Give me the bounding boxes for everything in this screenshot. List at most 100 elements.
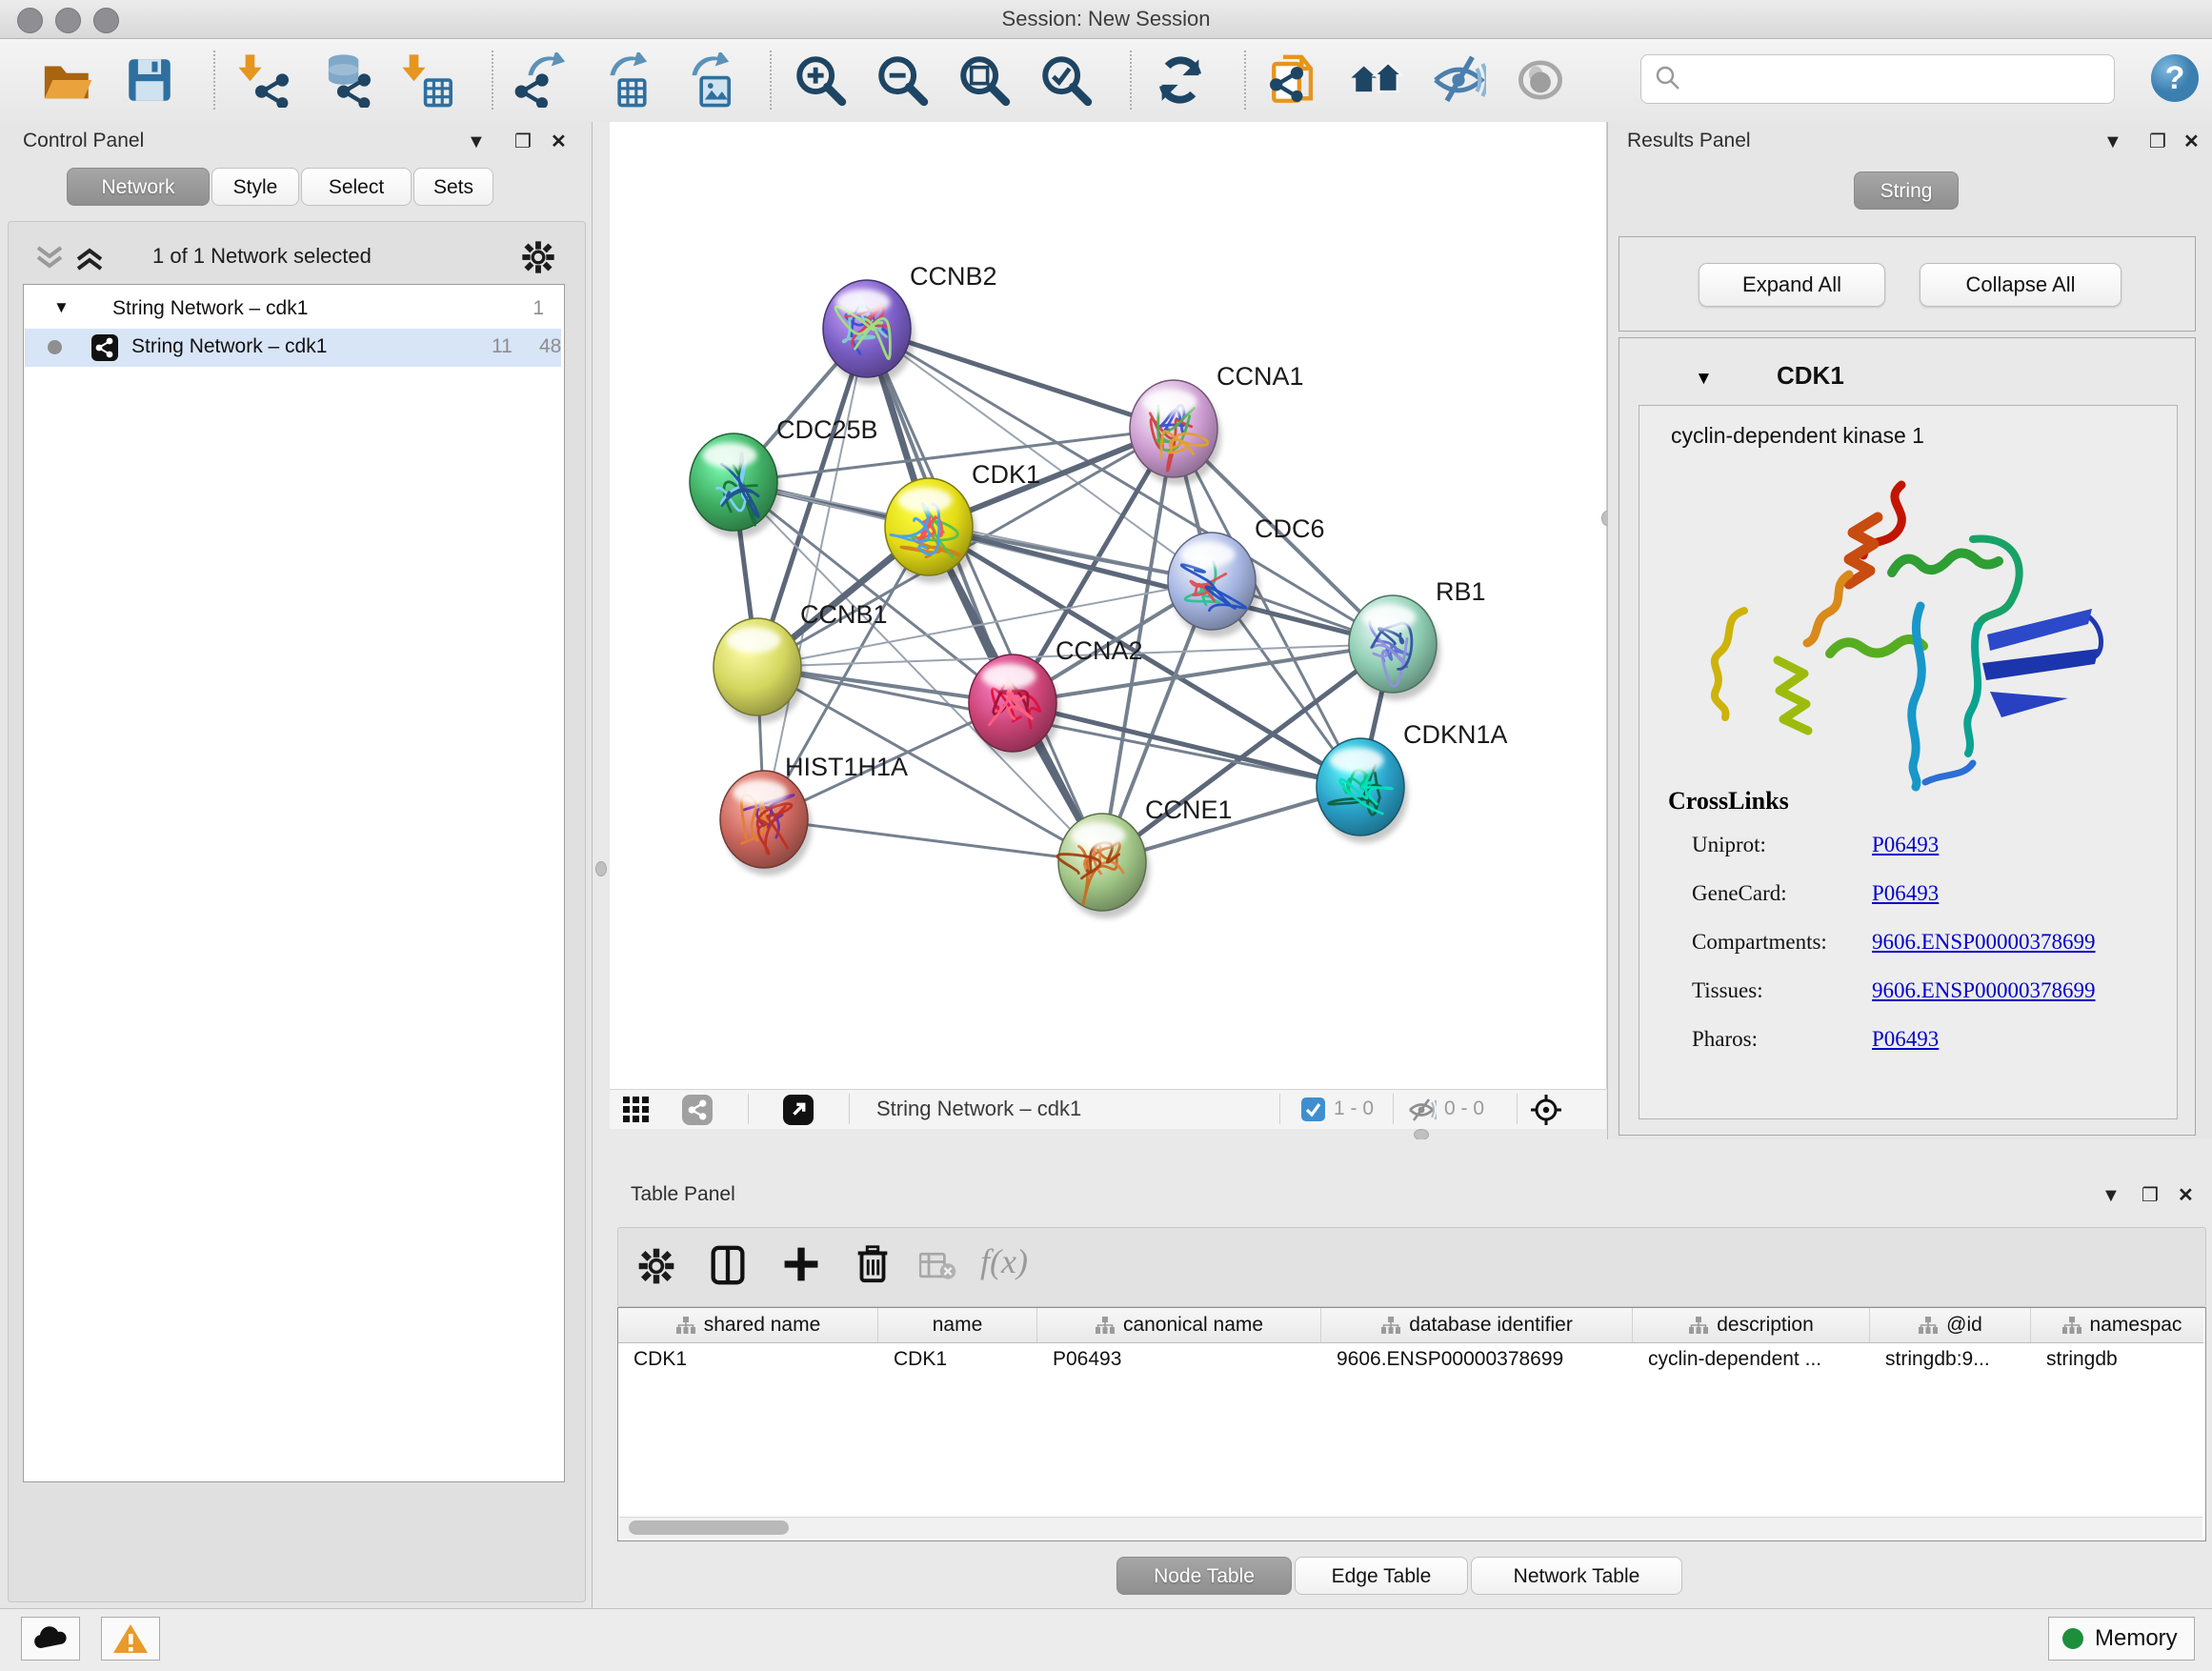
pan-crosshair-icon[interactable]	[1530, 1094, 1562, 1131]
table-cell[interactable]: CDK1	[618, 1342, 878, 1377]
create-column-plus-icon[interactable]	[780, 1243, 822, 1290]
network-node-CDKN1A[interactable]: CDKN1A	[1317, 720, 1508, 843]
toolbar-separator	[492, 50, 493, 110]
collapse-all-networks-icon[interactable]	[32, 244, 67, 277]
control-panel-close-icon[interactable]: ✕	[551, 130, 567, 153]
network-node-CCNA1[interactable]: CCNA1	[1130, 362, 1304, 485]
zoom-in-icon[interactable]	[793, 52, 848, 108]
network-node-RB1[interactable]: RB1	[1349, 577, 1486, 700]
crosslink-value-link[interactable]: 9606.ENSP00000378699	[1872, 930, 2096, 955]
network-node-CCNE1[interactable]: CCNE1	[1057, 795, 1232, 918]
import-network-from-database-icon[interactable]	[318, 52, 373, 108]
column-header-database-identifier[interactable]: database identifier	[1321, 1308, 1633, 1342]
table-row[interactable]: CDK1CDK1P064939606.ENSP00000378699cyclin…	[618, 1342, 2203, 1377]
table-cell[interactable]: 9606.ENSP00000378699	[1321, 1342, 1633, 1377]
detach-view-icon[interactable]	[783, 1095, 814, 1130]
tab-edge-table[interactable]: Edge Table	[1295, 1557, 1468, 1595]
network-list: ▼ String Network – cdk1 1 String Network…	[23, 284, 565, 1482]
tab-node-table[interactable]: Node Table	[1116, 1557, 1292, 1595]
vertical-splitter-left[interactable]	[593, 122, 610, 1608]
memory-button[interactable]: Memory	[2048, 1617, 2195, 1661]
results-panel-float-icon[interactable]: ❐	[2149, 130, 2166, 153]
crosslink-value-link[interactable]: P06493	[1872, 1027, 1939, 1052]
import-table-icon[interactable]	[400, 52, 455, 108]
scrollbar-thumb[interactable]	[629, 1520, 789, 1535]
table-cell[interactable]: stringdb	[2031, 1342, 2212, 1377]
tab-sets[interactable]: Sets	[413, 168, 493, 206]
splitter-handle[interactable]	[595, 861, 607, 876]
export-network-icon[interactable]	[514, 52, 570, 108]
table-panel-collapse-icon[interactable]: ▼	[2101, 1185, 2121, 1207]
table-cell[interactable]: cyclin-dependent ...	[1633, 1342, 1870, 1377]
network-node-CDK1[interactable]: CDK1	[885, 460, 1040, 583]
column-header-description[interactable]: description	[1633, 1308, 1870, 1342]
network-edge[interactable]	[867, 329, 1102, 862]
network-canvas[interactable]: CCNB2CCNA1CDC25BCDK1CDC6RB1CCNB1CCNA2CDK…	[610, 122, 1606, 1089]
protein-structure-image[interactable]	[1687, 458, 2125, 815]
table-cell[interactable]: CDK1	[878, 1342, 1037, 1377]
table-panel: Table Panel ▼ ❐ ✕ f(x) shared namenameca…	[610, 1139, 2212, 1608]
toolbar-separator	[1244, 50, 1246, 110]
control-panel-float-icon[interactable]: ❐	[514, 130, 532, 153]
help-button[interactable]: ?	[2149, 52, 2201, 109]
column-header--id[interactable]: @id	[1870, 1308, 2031, 1342]
zoom-out-icon[interactable]	[875, 52, 930, 108]
collection-expand-icon[interactable]: ▼	[53, 298, 70, 317]
tab-network-table[interactable]: Network Table	[1471, 1557, 1682, 1595]
show-hidden-icon[interactable]	[1513, 52, 1568, 108]
control-panel-collapse-icon[interactable]: ▼	[467, 131, 486, 153]
gene-collapse-icon[interactable]: ▼	[1695, 369, 1713, 390]
network-row-selected[interactable]: String Network – cdk1 11 48	[25, 329, 561, 367]
first-neighbors-icon[interactable]	[1349, 52, 1404, 108]
new-network-from-selection-icon[interactable]	[1267, 52, 1322, 108]
table-settings-gear-icon[interactable]	[635, 1245, 677, 1292]
refresh-icon[interactable]	[1153, 52, 1208, 108]
expand-all-button[interactable]: Expand All	[1699, 263, 1885, 307]
results-panel-collapse-icon[interactable]: ▼	[2103, 131, 2122, 153]
grid-view-icon[interactable]	[623, 1097, 650, 1128]
tab-style[interactable]: Style	[211, 168, 299, 206]
tab-network[interactable]: Network	[67, 168, 210, 206]
column-header-name[interactable]: name	[878, 1308, 1037, 1342]
table-cell[interactable]: stringdb:9...	[1870, 1342, 2031, 1377]
column-header-shared-name[interactable]: shared name	[618, 1308, 878, 1342]
results-panel-close-icon[interactable]: ✕	[2183, 130, 2200, 153]
hide-selection-icon[interactable]	[1431, 52, 1486, 108]
warnings-button[interactable]	[101, 1617, 160, 1661]
expand-all-networks-icon[interactable]	[72, 244, 107, 277]
show-columns-icon[interactable]	[706, 1243, 750, 1292]
results-panel-title: Results Panel	[1627, 130, 1751, 152]
delete-column-trash-icon[interactable]	[851, 1241, 895, 1290]
zoom-fit-icon[interactable]	[956, 52, 1012, 108]
network-edge[interactable]	[764, 819, 1102, 862]
table-horizontal-scrollbar[interactable]	[619, 1517, 2202, 1539]
tab-string[interactable]: String	[1854, 171, 1959, 210]
network-row-name: String Network – cdk1	[131, 335, 327, 358]
table-cell[interactable]: P06493	[1037, 1342, 1321, 1377]
export-image-icon[interactable]	[678, 52, 734, 108]
network-options-gear-icon[interactable]	[519, 238, 557, 281]
network-node-CCNB1[interactable]: CCNB1	[714, 600, 888, 723]
crosslink-value-link[interactable]: P06493	[1872, 833, 1939, 857]
table-panel-float-icon[interactable]: ❐	[2142, 1183, 2159, 1207]
tab-select[interactable]: Select	[301, 168, 412, 206]
network-birdseye-icon[interactable]	[682, 1095, 713, 1130]
zoom-selected-icon[interactable]	[1038, 52, 1094, 108]
crosslink-value-link[interactable]: 9606.ENSP00000378699	[1872, 978, 2096, 1003]
column-header-canonical-name[interactable]: canonical name	[1037, 1308, 1321, 1342]
table-panel-close-icon[interactable]: ✕	[2178, 1183, 2194, 1207]
export-table-icon[interactable]	[596, 52, 652, 108]
network-node-CCNB2[interactable]: CCNB2	[823, 262, 997, 385]
column-header-namespac[interactable]: namespac	[2031, 1308, 2212, 1342]
cloud-button[interactable]	[21, 1617, 80, 1661]
collapse-all-button[interactable]: Collapse All	[1920, 263, 2122, 307]
node-label-CDK1: CDK1	[972, 460, 1040, 489]
import-network-from-file-icon[interactable]	[236, 52, 292, 108]
save-session-icon[interactable]	[122, 52, 177, 108]
search-input[interactable]	[1687, 59, 2101, 97]
crosslink-value-link[interactable]: P06493	[1872, 881, 1939, 906]
open-session-icon[interactable]	[40, 52, 95, 108]
network-node-HIST1H1A[interactable]: HIST1H1A	[720, 753, 908, 876]
selected-checkbox-icon[interactable]	[1301, 1097, 1325, 1126]
network-collection-row[interactable]: ▼ String Network – cdk1 1	[25, 291, 561, 329]
